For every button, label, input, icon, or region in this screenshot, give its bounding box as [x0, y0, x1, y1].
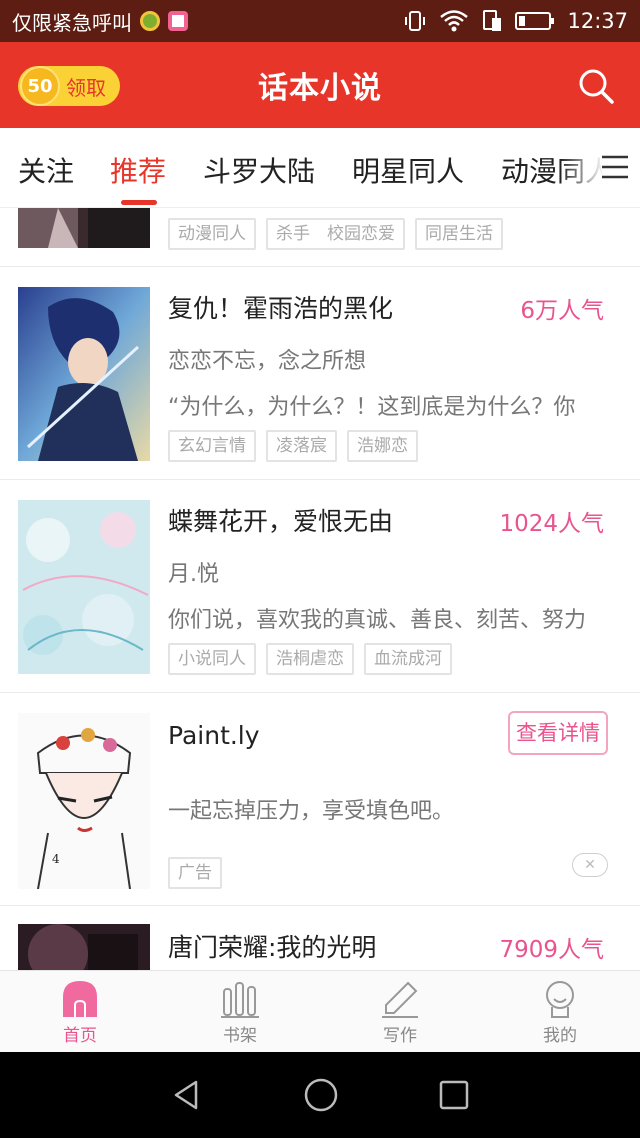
tab-follow[interactable]: 关注: [18, 150, 74, 190]
story-title[interactable]: 复仇！霍雨浩的黑化: [168, 289, 393, 325]
carrier-area: 仅限紧急呼叫: [12, 7, 188, 36]
claim-coins-button[interactable]: 50 领取: [18, 66, 120, 106]
nav-home[interactable]: 首页: [0, 971, 160, 1052]
popularity-count: 6万人气: [520, 298, 604, 324]
battery-icon: [515, 12, 555, 30]
back-icon[interactable]: [170, 1078, 204, 1112]
story-author: 月.悦: [168, 562, 219, 587]
carrier-text: 仅限紧急呼叫: [12, 10, 132, 35]
nav-label: 首页: [63, 1026, 97, 1046]
list-item[interactable]: 蝶舞花开，爱恨无由 1024人气 月.悦 你们说，喜欢我的真诚、善良、刻苦、努力…: [0, 480, 640, 693]
nav-label: 书架: [223, 1026, 257, 1046]
story-cover: [18, 287, 150, 461]
tag[interactable]: 玄幻言情: [168, 430, 256, 462]
story-title[interactable]: 唐门荣耀:我的光明: [168, 928, 376, 964]
nav-label: 写作: [383, 1026, 417, 1046]
ad-cover: 4: [18, 713, 150, 889]
tab-douluo[interactable]: 斗罗大陆: [203, 150, 315, 190]
tag[interactable]: 浩娜恋: [347, 430, 418, 462]
coin-value: 50: [27, 75, 53, 97]
recents-icon[interactable]: [438, 1079, 470, 1111]
story-cover: [18, 500, 150, 674]
story-cover: [18, 208, 150, 248]
ad-title[interactable]: Paint.ly: [168, 721, 260, 750]
tab-celebrity-fanfic[interactable]: 明星同人: [352, 150, 464, 190]
page-title: 话本小说: [258, 71, 382, 106]
svg-text:4: 4: [52, 852, 60, 866]
clock: 12:37: [567, 9, 628, 33]
search-icon[interactable]: [576, 66, 616, 106]
tag-list: 动漫同人 杀手 校园恋爱 同居生活: [168, 218, 503, 250]
system-navigation-bar: [0, 1052, 640, 1138]
view-details-button[interactable]: 查看详情: [508, 711, 608, 755]
tag[interactable]: 凌落宸: [266, 430, 337, 462]
story-description: “为什么，为什么？！这到底是为什么？你: [168, 395, 576, 420]
bookshelf-icon: [221, 982, 259, 1018]
story-cover: [18, 924, 150, 970]
tag[interactable]: 浩桐虐恋: [266, 643, 354, 675]
close-ad-button[interactable]: ✕: [572, 853, 608, 877]
app-notification-icon: [140, 11, 160, 31]
story-author: 恋恋不忘，念之所想: [168, 349, 367, 374]
sim-icon: [483, 10, 502, 31]
list-item[interactable]: 唐门荣耀:我的光明 7909人气: [0, 906, 640, 970]
status-bar: 仅限紧急呼叫 12:37: [0, 0, 640, 42]
ad-item[interactable]: 4 Paint.ly 查看详情 一起忘掉压力，享受填色吧。 广告 ✕: [0, 693, 640, 906]
list-item[interactable]: 复仇！霍雨浩的黑化 6万人气 恋恋不忘，念之所想 “为什么，为什么？！这到底是为…: [0, 267, 640, 480]
list-item[interactable]: 动漫同人 杀手 校园恋爱 同居生活: [0, 208, 640, 267]
claim-label: 领取: [66, 75, 106, 100]
tag-list: 广告: [168, 857, 222, 889]
tag-list: 小说同人 浩桐虐恋 血流成河: [168, 643, 452, 675]
home-icon: [63, 981, 97, 1017]
tag[interactable]: 动漫同人: [168, 218, 256, 250]
home-circle-icon[interactable]: [303, 1077, 339, 1113]
ad-tag: 广告: [168, 857, 222, 889]
coin-icon: 50: [20, 66, 60, 106]
active-tab-indicator: [121, 200, 157, 205]
wifi-icon: [440, 10, 469, 32]
story-description: 你们说，喜欢我的真诚、善良、刻苦、努力: [168, 608, 587, 633]
vibrate-icon: [405, 11, 426, 31]
tag[interactable]: 同居生活: [415, 218, 503, 250]
profile-icon: [546, 981, 574, 1018]
bottom-navigation: 首页 书架 写作 我的: [0, 970, 640, 1052]
tag-list: 玄幻言情 凌落宸 浩娜恋: [168, 430, 418, 462]
app-notification-icon: [168, 11, 188, 31]
close-icon: ✕: [584, 857, 596, 873]
nav-profile[interactable]: 我的: [480, 971, 640, 1052]
ad-description: 一起忘掉压力，享受填色吧。: [168, 799, 455, 824]
nav-bookshelf[interactable]: 书架: [160, 971, 320, 1052]
pen-icon: [382, 981, 418, 1018]
popularity-count: 1024人气: [499, 511, 604, 537]
tag[interactable]: 杀手 校园恋爱: [266, 218, 405, 250]
menu-icon[interactable]: [600, 154, 630, 180]
nav-write[interactable]: 写作: [320, 971, 480, 1052]
tab-recommend[interactable]: 推荐: [110, 150, 166, 190]
category-tabs: 关注 推荐 斗罗大陆 明星同人 动漫同人: [0, 128, 640, 208]
popularity-count: 7909人气: [499, 937, 604, 963]
tag[interactable]: 血流成河: [364, 643, 452, 675]
tag[interactable]: 小说同人: [168, 643, 256, 675]
app-header: 50 领取 话本小说: [0, 42, 640, 128]
story-title[interactable]: 蝶舞花开，爱恨无由: [168, 502, 393, 538]
nav-label: 我的: [543, 1026, 577, 1046]
story-feed: 动漫同人 杀手 校园恋爱 同居生活 复仇！霍雨浩的黑化 6万人气 恋恋不忘，念之…: [0, 208, 640, 970]
